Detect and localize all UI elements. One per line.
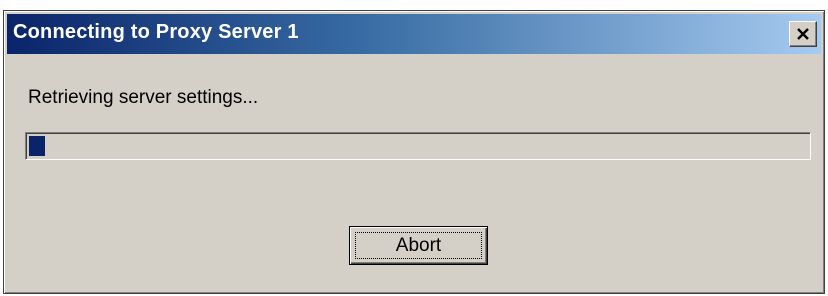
status-message: Retrieving server settings...: [28, 87, 259, 108]
window-title: Connecting to Proxy Server 1: [13, 21, 299, 43]
abort-button[interactable]: Abort: [349, 226, 488, 265]
connecting-dialog: Connecting to Proxy Server 1 Retrieving …: [3, 10, 825, 294]
abort-button-label: Abort: [355, 232, 482, 259]
progress-fill: [29, 136, 45, 156]
title-bar[interactable]: Connecting to Proxy Server 1: [7, 14, 821, 54]
close-icon: [797, 28, 809, 40]
close-button[interactable]: [789, 21, 817, 47]
progress-bar: [25, 132, 811, 160]
